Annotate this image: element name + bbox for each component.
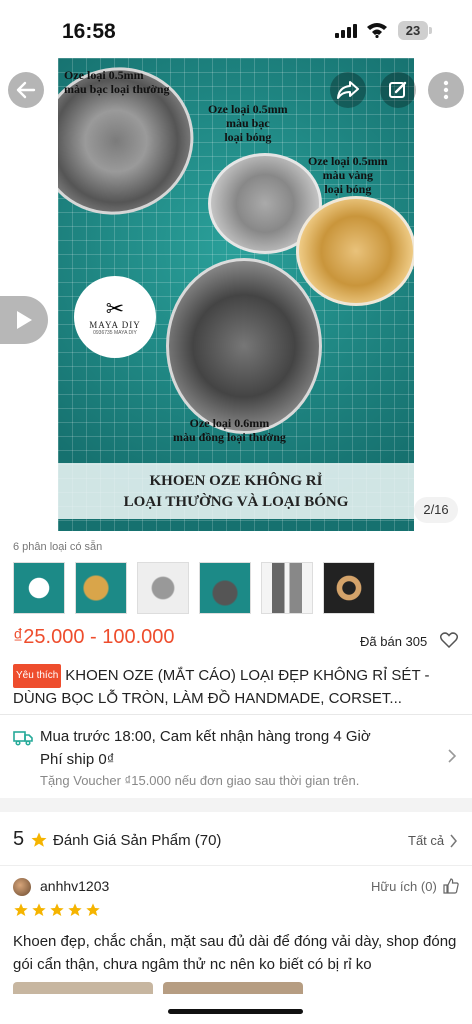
favorite-badge: Yêu thích	[13, 664, 62, 688]
status-time: 16:58	[62, 20, 116, 43]
variant-thumbnail[interactable]	[199, 562, 251, 614]
play-icon	[17, 311, 32, 329]
product-title: Yêu thích KHOEN OZE (MẮT CÁO) LOẠI ĐẸP KH…	[13, 664, 459, 710]
variant-thumbnail[interactable]	[137, 562, 189, 614]
photo-label: Oze loại 0.5mm màu vàng loại bóng	[308, 154, 388, 196]
image-counter: 2/16	[414, 497, 458, 523]
brand-logo: ✂ MAYA DIY 0936735 MAYA DIY	[74, 276, 156, 358]
variant-thumbnail[interactable]	[13, 562, 65, 614]
price-range: ₫25.000 - 100.000	[13, 626, 175, 648]
variant-thumbnail[interactable]	[75, 562, 127, 614]
variant-thumbnail[interactable]	[323, 562, 375, 614]
product-title-text: KHOEN OZE (MẮT CÁO) LOẠI ĐẸP KHÔNG RỈ SÉ…	[13, 667, 430, 707]
star-icon	[31, 832, 47, 847]
thumbs-up-icon[interactable]	[443, 878, 459, 894]
helpful-button[interactable]: Hữu ích (0)	[371, 879, 437, 894]
edit-button[interactable]	[380, 72, 416, 108]
arrow-left-icon	[16, 81, 36, 99]
back-button[interactable]	[8, 72, 44, 108]
variant-thumbnail[interactable]	[261, 562, 313, 614]
shipping-commitment: Mua trước 18:00, Cam kết nhận hàng trong…	[40, 728, 371, 745]
share-button[interactable]	[330, 72, 366, 108]
sold-count: Đã bán 305	[360, 634, 428, 649]
review-image[interactable]	[163, 982, 303, 994]
reviewer-name: anhhv1203	[40, 878, 110, 894]
star-icon	[50, 903, 64, 916]
star-icon	[14, 903, 28, 916]
edit-icon	[389, 81, 407, 98]
sewing-machine-icon: ✂	[105, 296, 125, 321]
bronze-eyelets-tin	[166, 258, 322, 434]
photo-label: Oze loại 0.5mm màu bạc loại bóng	[208, 102, 288, 144]
divider	[0, 865, 472, 866]
more-options-button[interactable]	[428, 72, 464, 108]
battery-icon: 23	[398, 21, 432, 40]
status-bar: 16:58 23	[0, 0, 472, 60]
photo-label: Oze loại 0.5mm màu bạc loại thường	[64, 68, 170, 96]
section-separator	[0, 798, 472, 812]
share-icon	[337, 81, 359, 99]
chevron-right-icon	[450, 834, 457, 848]
star-icon	[86, 903, 100, 916]
chevron-right-icon	[448, 749, 457, 763]
home-indicator[interactable]	[168, 1009, 303, 1014]
review-stars	[13, 902, 101, 918]
logo-subtext: 0936735 MAYA DIY	[93, 330, 137, 336]
reviews-header[interactable]: 5 Đánh Giá Sản Phẩm (70) Tất cả	[13, 828, 459, 856]
cellular-signal-icon	[335, 24, 357, 38]
logo-text: MAYA DIY	[89, 320, 141, 330]
star-icon	[32, 903, 46, 916]
play-video-button[interactable]	[0, 296, 48, 344]
photo-label: Oze loại 0.6mm màu đồng loại thường	[173, 416, 286, 444]
variants-label: 6 phân loại có sẵn	[13, 541, 103, 553]
wifi-icon	[367, 23, 387, 38]
truck-icon	[13, 731, 33, 746]
review-image[interactable]	[13, 982, 153, 994]
star-icon	[68, 903, 82, 916]
more-vertical-icon	[443, 80, 449, 100]
heart-icon[interactable]	[440, 632, 458, 648]
rating-score: 5	[13, 828, 25, 850]
see-all-reviews-link[interactable]: Tất cả	[408, 833, 444, 848]
avatar	[13, 878, 31, 896]
banner-line: LOẠI THƯỜNG VÀ LOẠI BÓNG	[123, 494, 349, 510]
divider	[0, 714, 472, 715]
banner-line: KHOEN OZE KHÔNG RỈ	[149, 473, 323, 489]
shipping-fee: Phí ship 0₫	[40, 751, 115, 768]
product-image[interactable]: ✂ MAYA DIY 0936735 MAYA DIY Oze loại 0.5…	[58, 58, 414, 531]
photo-banner: KHOEN OZE KHÔNG RỈ LOẠI THƯỜNG VÀ LOẠI B…	[58, 463, 414, 519]
reviews-title: Đánh Giá Sản Phẩm (70)	[53, 832, 222, 849]
review-text: Khoen đẹp, chắc chắn, mặt sau đủ dài để …	[13, 933, 457, 973]
gold-eyelets-jar	[296, 196, 414, 306]
shipping-voucher: Tặng Voucher ₫15.000 nếu đơn giao sau th…	[40, 773, 360, 788]
variant-thumbnails	[13, 562, 375, 614]
